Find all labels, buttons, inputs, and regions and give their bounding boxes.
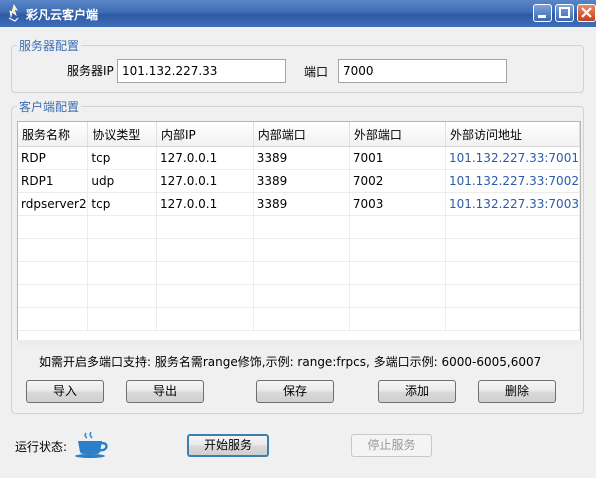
cell-protocol: tcp (87, 146, 157, 170)
start-service-button[interactable]: 开始服务 (187, 434, 269, 457)
empty-row (18, 215, 580, 239)
column-header-service-name[interactable]: 服务名称 (18, 122, 89, 147)
multi-port-hint: 如需开启多端口支持: 服务名需range修饰,示例: range:frpcs, … (39, 355, 542, 369)
server-port-label: 端口 (304, 65, 329, 79)
add-button[interactable]: 添加 (378, 380, 456, 403)
coffee-cup-icon (75, 432, 108, 458)
table-header-row: 服务名称 协议类型 内部IP 内部端口 外部端口 外部访问地址 (18, 122, 580, 147)
server-ip-field[interactable]: 101.132.227.33 (117, 59, 286, 83)
cell-external-port: 7002 (349, 169, 446, 193)
maximize-button[interactable] (555, 4, 574, 22)
column-header-external-address[interactable]: 外部访问地址 (445, 122, 580, 147)
table-row[interactable]: RDP1 udp 127.0.0.1 3389 7002 101.132.227… (18, 169, 580, 193)
close-icon (581, 7, 592, 18)
cell-external-port: 7001 (349, 146, 446, 170)
cell-service-name: RDP (18, 146, 89, 170)
server-ip-label: 服务器IP (67, 64, 114, 78)
close-button[interactable] (577, 4, 596, 22)
cell-service-name: RDP1 (18, 169, 89, 193)
table-row[interactable]: RDP tcp 127.0.0.1 3389 7001 101.132.227.… (18, 146, 580, 170)
client-config-legend: 客户端配置 (17, 100, 82, 114)
maximize-icon (559, 7, 570, 18)
table-row[interactable]: rdpserver2 tcp 127.0.0.1 3389 7003 101.1… (18, 192, 580, 216)
cell-external-port: 7003 (349, 192, 446, 216)
empty-row (18, 284, 580, 308)
column-header-internal-ip[interactable]: 内部IP (156, 122, 254, 147)
column-header-external-port[interactable]: 外部端口 (349, 122, 446, 147)
empty-row (18, 261, 580, 285)
cell-external-address: 101.132.227.33:7003 (445, 192, 580, 216)
services-table[interactable]: 服务名称 协议类型 内部IP 内部端口 外部端口 外部访问地址 RDP tcp … (17, 121, 581, 345)
server-port-field[interactable]: 7000 (338, 59, 507, 83)
export-button[interactable]: 导出 (126, 380, 204, 403)
save-button[interactable]: 保存 (256, 380, 334, 403)
server-config-legend: 服务器配置 (17, 39, 82, 53)
status-label: 运行状态: (15, 440, 68, 454)
cell-internal-port: 3389 (253, 169, 350, 193)
cell-external-address: 101.132.227.33:7002 (445, 169, 580, 193)
cell-internal-ip: 127.0.0.1 (156, 146, 254, 170)
import-button[interactable]: 导入 (26, 380, 104, 403)
empty-row (18, 238, 580, 262)
minimize-icon (538, 15, 546, 18)
title-bar[interactable]: 彩凡云客户端 (0, 0, 596, 27)
minimize-button[interactable] (533, 4, 552, 22)
cell-internal-port: 3389 (253, 146, 350, 170)
cell-protocol: udp (87, 169, 157, 193)
delete-button[interactable]: 删除 (478, 380, 556, 403)
cell-external-address: 101.132.227.33:7001 (445, 146, 580, 170)
cell-internal-ip: 127.0.0.1 (156, 169, 254, 193)
cell-service-name: rdpserver2 (18, 192, 89, 216)
app-logo-icon (8, 4, 19, 22)
empty-row (18, 307, 580, 331)
stop-service-button[interactable]: 停止服务 (351, 434, 432, 457)
cell-protocol: tcp (87, 192, 157, 216)
horizontal-scrollbar[interactable] (17, 340, 581, 345)
column-header-protocol[interactable]: 协议类型 (87, 122, 157, 147)
column-header-internal-port[interactable]: 内部端口 (253, 122, 350, 147)
window-title: 彩凡云客户端 (26, 8, 99, 22)
cell-internal-port: 3389 (253, 192, 350, 216)
cell-internal-ip: 127.0.0.1 (156, 192, 254, 216)
